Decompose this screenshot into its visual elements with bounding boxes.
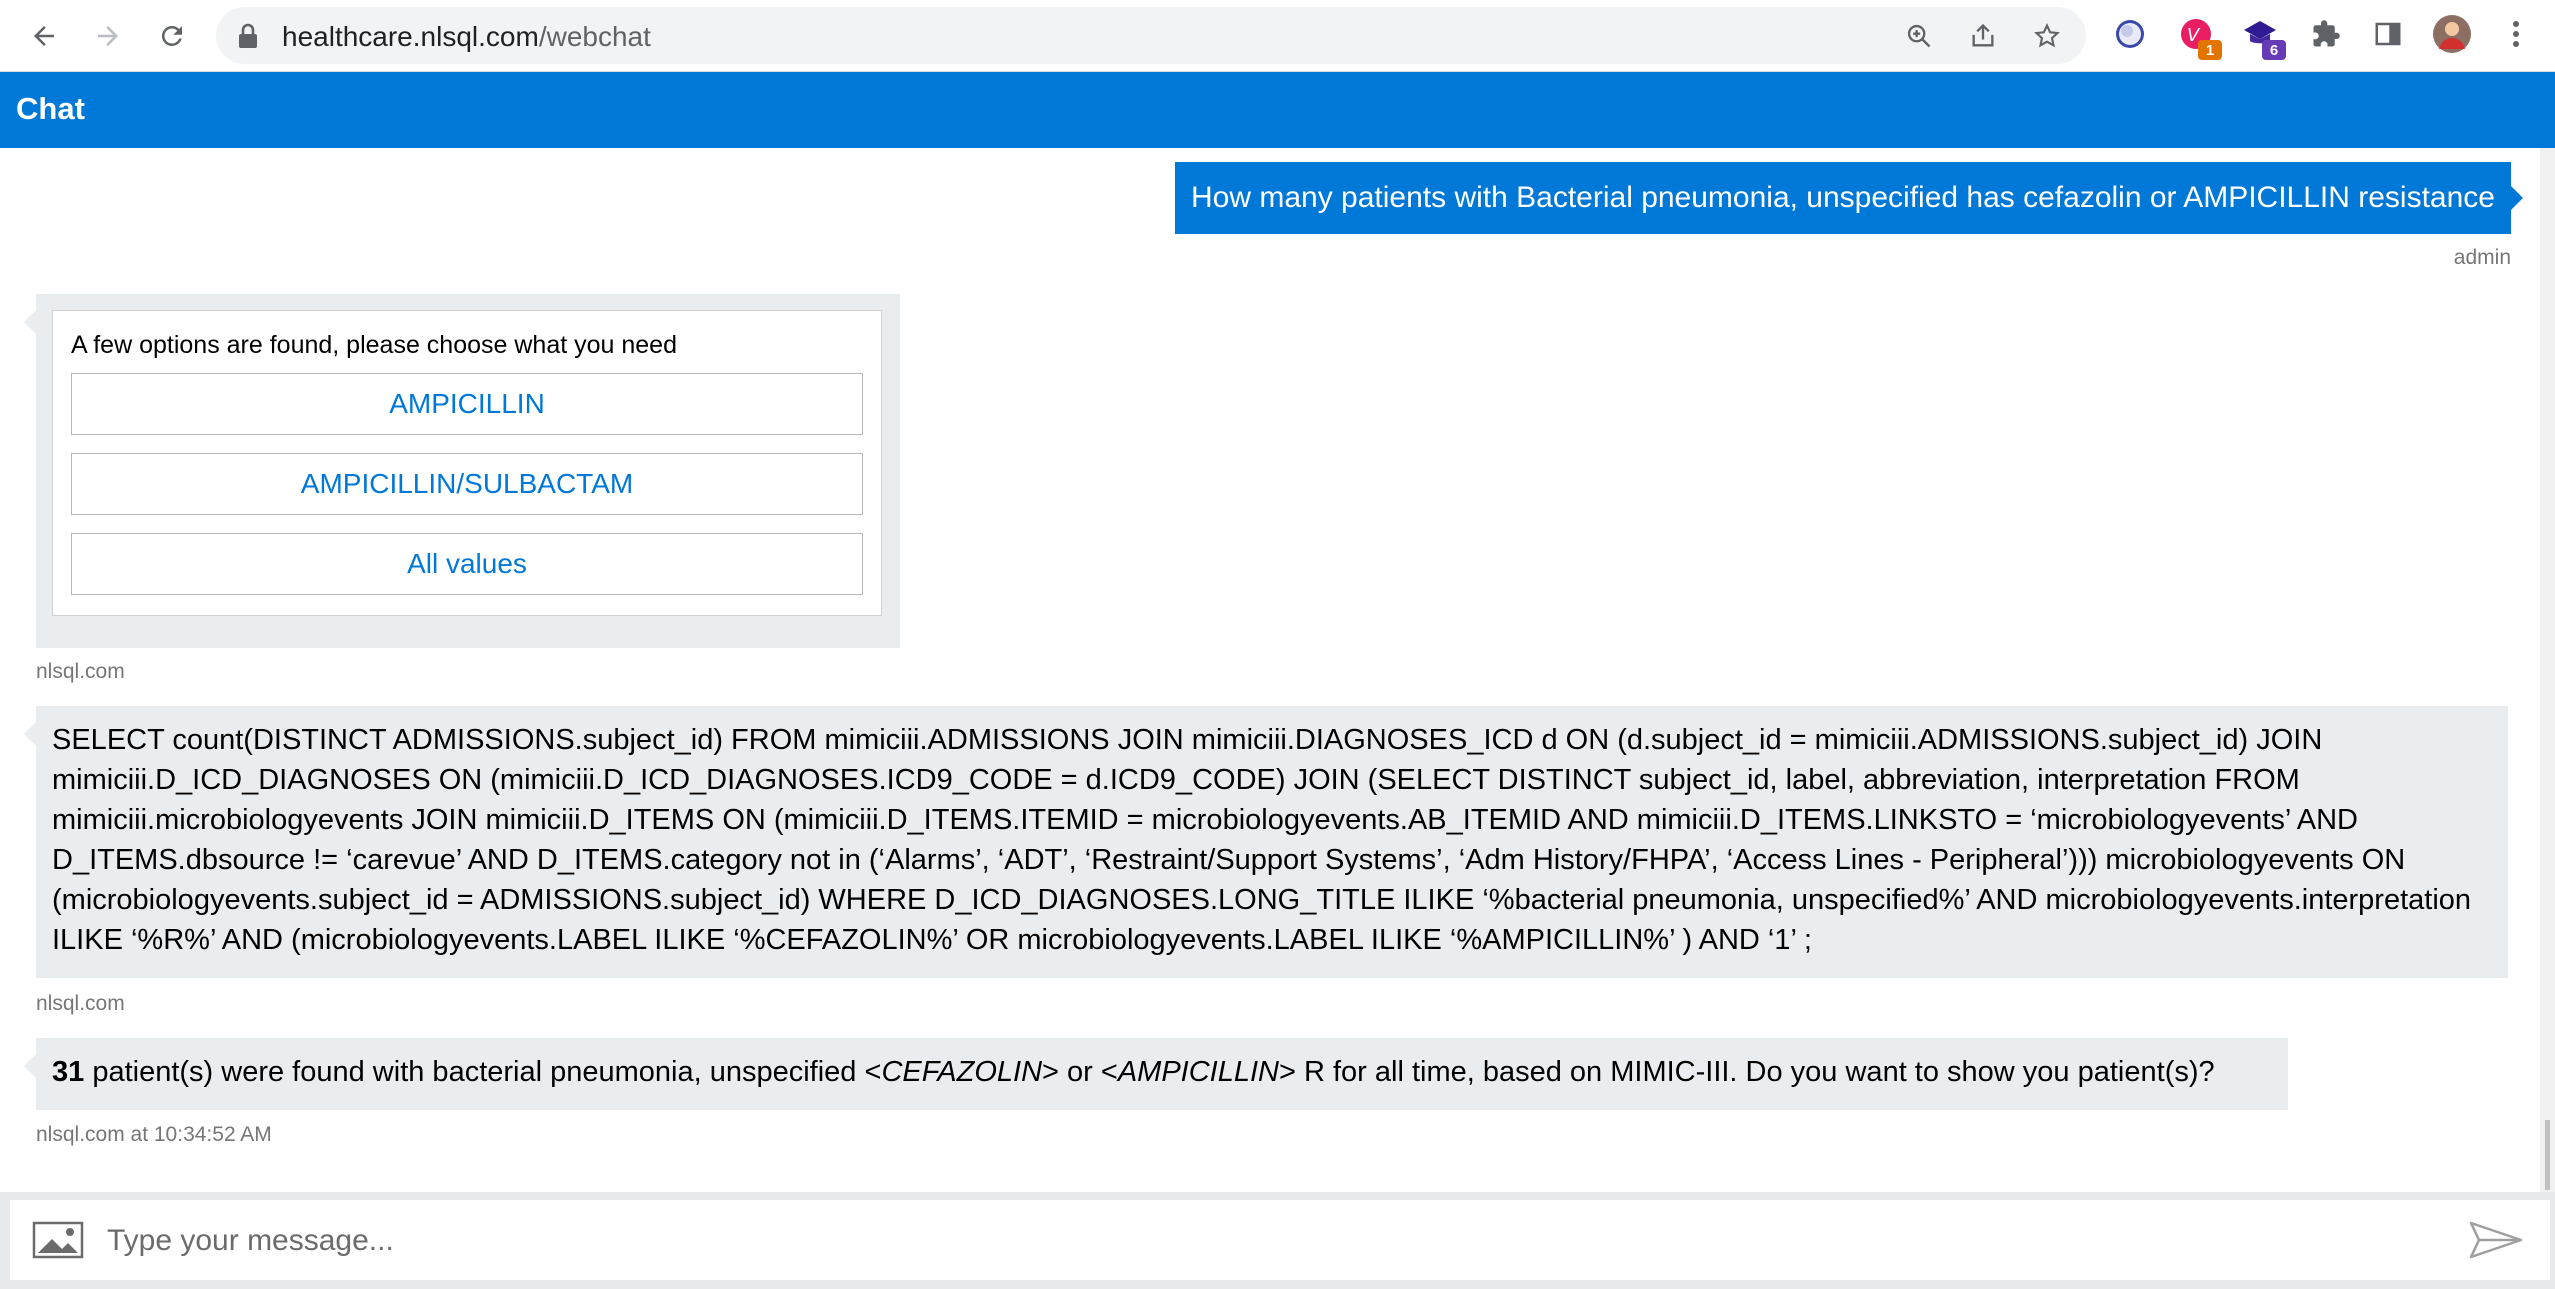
user-message-text: How many patients with Bacterial pneumon… [1191, 181, 2495, 214]
options-prompt: A few options are found, please choose w… [71, 331, 677, 359]
sql-query-text: SELECT count(DISTINCT ADMISSIONS.subject… [52, 724, 2472, 956]
extension-button-2[interactable]: V 1 [2176, 14, 2222, 60]
extensions-button[interactable] [2306, 14, 2346, 54]
side-panel-icon [2375, 22, 2401, 46]
user-message: How many patients with Bacterial pneumon… [1175, 162, 2523, 234]
side-panel-button[interactable] [2368, 14, 2408, 54]
extension-button-1[interactable] [2110, 14, 2150, 54]
answer-part2: R for all time, based on MIMIC-III. Do y… [1295, 1056, 2215, 1088]
message-input-box [10, 1200, 2550, 1280]
send-icon [2469, 1221, 2523, 1259]
avatar [2433, 15, 2471, 53]
message-input[interactable] [105, 1210, 2409, 1272]
circle-extension-icon [2116, 20, 2144, 48]
extension-badge: 6 [2262, 40, 2286, 60]
options-sender: nlsql.com [36, 660, 125, 683]
zoom-in-icon [1907, 24, 1931, 48]
upload-image-button[interactable] [32, 1214, 84, 1266]
answer-gt1: > [1042, 1056, 1059, 1088]
answer-term-cefazolin: CEFAZOLIN [881, 1056, 1043, 1088]
lock-icon [239, 23, 257, 48]
options-message: A few options are found, please choose w… [24, 294, 900, 648]
send-button[interactable] [2466, 1214, 2526, 1266]
puzzle-icon [2313, 20, 2340, 47]
options-card: A few options are found, please choose w… [52, 310, 882, 616]
answer-mid: or [1058, 1056, 1101, 1088]
extension-badge: 1 [2198, 40, 2222, 60]
chat-header: Chat [0, 72, 2555, 148]
star-icon [2034, 23, 2060, 48]
back-button[interactable] [22, 14, 66, 58]
option-all-values-button[interactable]: All values [71, 533, 863, 595]
user-sender: admin [2453, 246, 2511, 269]
image-icon [32, 1221, 84, 1259]
profile-button[interactable] [2432, 14, 2472, 54]
message-input-area [0, 1192, 2555, 1289]
scrollbar-track[interactable] [2540, 148, 2555, 1192]
chat-title: Chat [16, 91, 85, 126]
answer-message: 31 patient(s) were found with bacterial … [24, 1038, 2288, 1110]
arrow-right-icon [98, 26, 118, 46]
answer-part1: patient(s) were found with bacterial pne… [84, 1056, 865, 1088]
scrollbar-thumb[interactable] [2545, 1120, 2550, 1190]
share-icon [1972, 23, 1994, 47]
bookmark-button[interactable] [2032, 21, 2062, 51]
answer-term-ampicillin: AMPICILLIN [1117, 1056, 1279, 1088]
answer-sender: nlsql.com at 10:34:52 AM [36, 1123, 272, 1146]
reload-icon [161, 25, 182, 46]
sql-sender: nlsql.com [36, 992, 125, 1015]
url-path: /webchat [538, 21, 651, 52]
url-host: healthcare.nlsql.com [282, 21, 539, 52]
browser-menu-button[interactable] [2496, 14, 2536, 54]
option-ampicillin-button[interactable]: AMPICILLIN [71, 373, 863, 435]
address-bar[interactable]: healthcare.nlsql.com/webchat [216, 7, 2086, 64]
url-text: healthcare.nlsql.com/webchat [282, 21, 651, 53]
arrow-left-icon [34, 26, 54, 46]
extension-button-3[interactable]: 6 [2240, 14, 2286, 60]
patient-count: 31 [52, 1056, 85, 1088]
forward-button[interactable] [86, 14, 130, 58]
more-vert-icon [2513, 21, 2519, 47]
zoom-button[interactable] [1904, 21, 1934, 51]
option-ampicillin-sulbactam-button[interactable]: AMPICILLIN/SULBACTAM [71, 453, 863, 515]
answer-lt2: < [1100, 1056, 1118, 1088]
sql-message: SELECT count(DISTINCT ADMISSIONS.subject… [24, 706, 2508, 978]
answer-text: 31 patient(s) were found with bacterial … [52, 1052, 2215, 1092]
share-button[interactable] [1968, 21, 1998, 51]
reload-button[interactable] [150, 14, 194, 58]
answer-gt2: > [1278, 1056, 1296, 1088]
answer-lt1: < [864, 1056, 882, 1088]
browser-toolbar: healthcare.nlsql.com/webchat V 1 6 [0, 0, 2555, 72]
